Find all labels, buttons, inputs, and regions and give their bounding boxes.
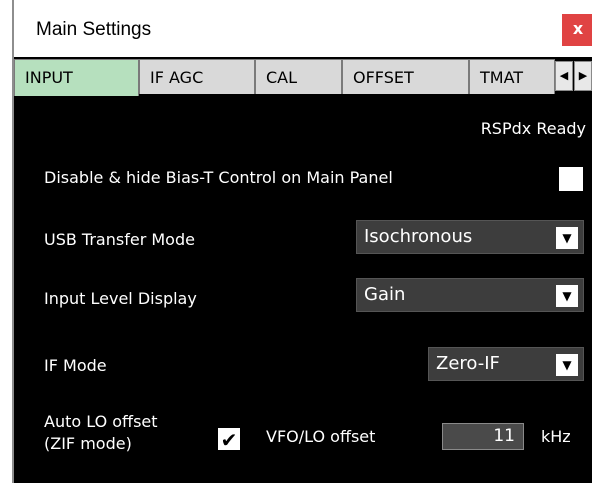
auto-lo-checkbox[interactable]: ✔ xyxy=(218,428,240,451)
usb-transfer-value: Isochronous xyxy=(364,226,473,247)
input-level-value: Gain xyxy=(364,284,406,305)
usb-transfer-dropdown[interactable]: Isochronous ▼ xyxy=(356,220,584,254)
dropdown-arrow-icon: ▼ xyxy=(556,285,578,307)
device-status: RSPdx Ready xyxy=(480,119,586,138)
if-mode-label: IF Mode xyxy=(44,356,107,375)
tab-offset[interactable]: OFFSET xyxy=(342,59,469,94)
input-level-label: Input Level Display xyxy=(44,289,197,308)
input-settings-panel: RSPdx Ready Disable & hide Bias-T Contro… xyxy=(14,96,592,483)
dropdown-arrow-icon: ▼ xyxy=(556,227,578,249)
tab-cal[interactable]: CAL xyxy=(255,59,342,94)
window-title: Main Settings xyxy=(36,19,152,40)
tab-bar: INPUT IF AGC CAL OFFSET TMAT ◀ ▶ xyxy=(14,57,592,96)
dropdown-arrow-icon: ▼ xyxy=(556,354,578,376)
main-settings-window: Main Settings x INPUT IF AGC CAL OFFSET … xyxy=(12,0,592,483)
vfo-lo-label: VFO/LO offset xyxy=(266,427,376,446)
if-mode-value: Zero-IF xyxy=(436,353,500,374)
title-bar: Main Settings x xyxy=(14,0,592,57)
tab-scroll-right-icon[interactable]: ▶ xyxy=(574,61,592,91)
tab-input[interactable]: INPUT xyxy=(14,59,139,96)
usb-transfer-label: USB Transfer Mode xyxy=(44,230,195,249)
vfo-lo-offset-input[interactable]: 11 xyxy=(442,423,524,450)
tab-scroll-left-icon[interactable]: ◀ xyxy=(555,61,573,91)
bias-t-checkbox[interactable] xyxy=(559,167,583,191)
vfo-lo-unit: kHz xyxy=(541,427,571,446)
tab-tmat[interactable]: TMAT xyxy=(469,59,555,94)
input-level-dropdown[interactable]: Gain ▼ xyxy=(356,278,584,312)
bias-t-label: Disable & hide Bias-T Control on Main Pa… xyxy=(44,168,393,187)
if-mode-dropdown[interactable]: Zero-IF ▼ xyxy=(428,347,584,381)
auto-lo-label-line1: Auto LO offset xyxy=(44,412,158,431)
auto-lo-label-line2: (ZIF mode) xyxy=(44,434,132,453)
close-button[interactable]: x xyxy=(562,14,592,46)
tab-if-agc[interactable]: IF AGC xyxy=(139,59,255,94)
